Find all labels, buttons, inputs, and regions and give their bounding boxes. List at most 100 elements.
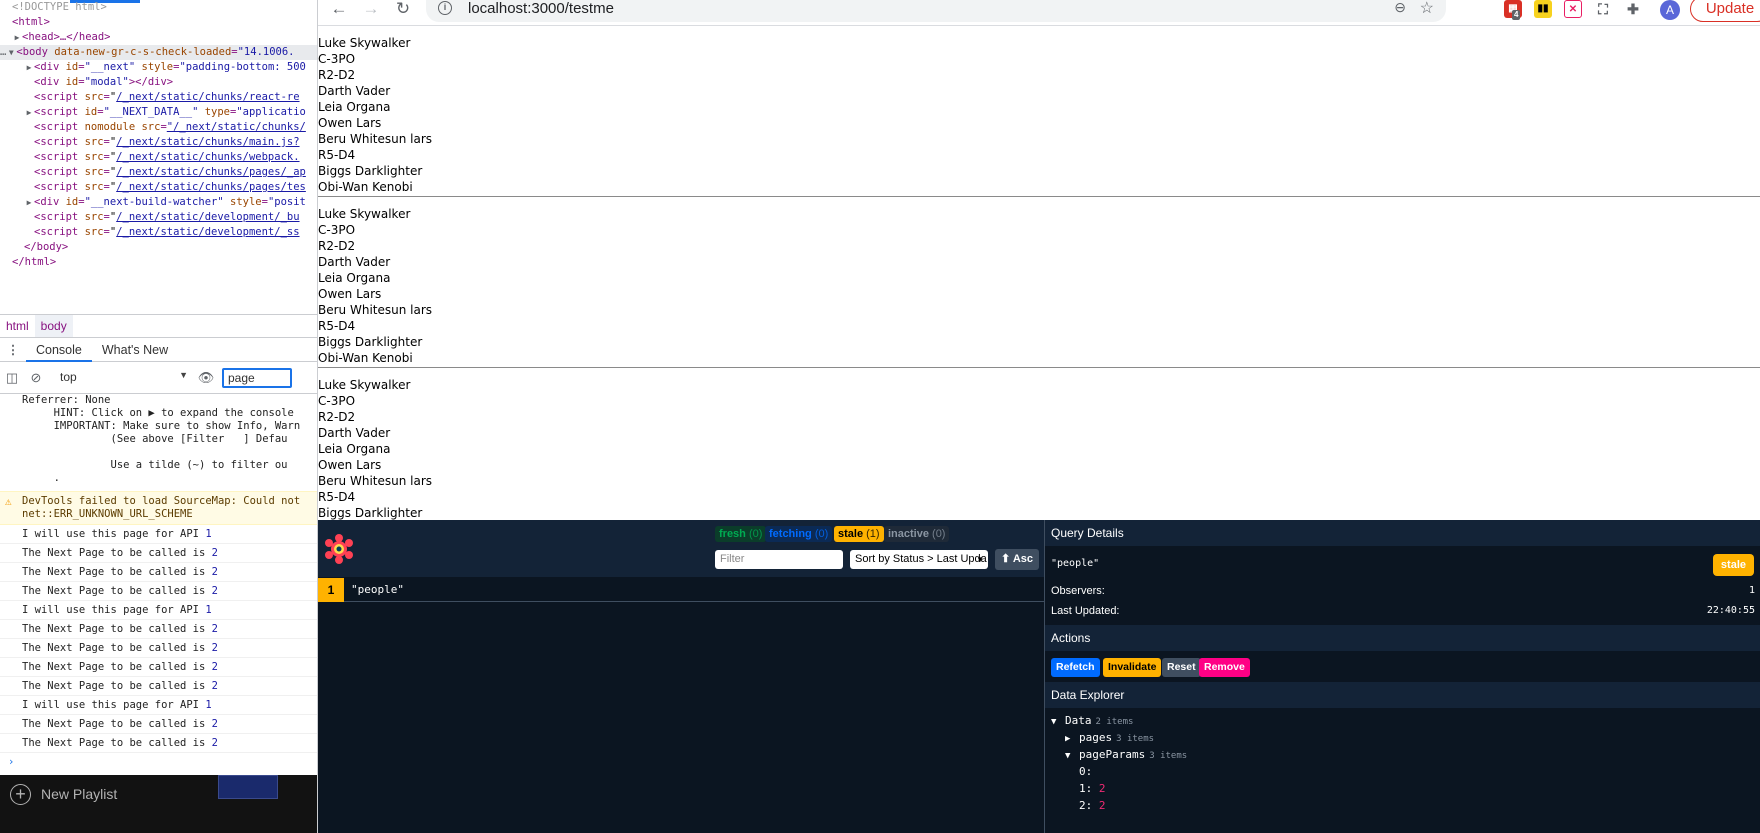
dropdown-arrow-icon: ▼ (179, 369, 188, 380)
person-name: Owen Lars (318, 116, 382, 130)
extension-red-icon[interactable]: ▦ 4 (1504, 0, 1522, 20)
tree-html-close[interactable]: </html> (0, 255, 317, 270)
invalidate-button[interactable]: Invalidate (1103, 658, 1162, 677)
info-icon[interactable]: i (438, 1, 452, 15)
react-query-logo-icon[interactable] (324, 534, 354, 564)
breadcrumb-html[interactable]: html (0, 315, 35, 337)
tree-next-data[interactable]: ▶ <script id="__NEXT_DATA__" type="applic… (0, 105, 317, 120)
tree-body-close[interactable]: </body> (0, 240, 317, 255)
tree-modal-div[interactable]: <div id="modal"></div> (0, 75, 317, 90)
address-bar[interactable]: i localhost:3000/testme ⊖ ☆ (426, 0, 1446, 22)
remove-button[interactable]: Remove (1199, 658, 1250, 677)
tree-script[interactable]: <script src="/_next/static/development/_… (0, 225, 317, 240)
person-name: Biggs Darklighter (318, 164, 423, 178)
console-text: (See above [Filter ] Defau (22, 433, 288, 445)
tree-script[interactable]: <script src="/_next/static/chunks/main.j… (0, 135, 317, 150)
extension-pink-icon[interactable]: ✕ (1564, 0, 1582, 18)
expand-icon[interactable]: ▶ (12, 30, 22, 45)
console-text (0, 446, 317, 459)
person-name: Biggs Darklighter (318, 506, 423, 520)
tree-script[interactable]: <script src="/_next/static/development/_… (0, 210, 317, 225)
sidebar-toggle-icon[interactable]: ◫ (0, 370, 24, 386)
new-playlist-button[interactable]: New Playlist (41, 786, 117, 802)
explorer-data-node[interactable]: ▼ Data 2 items (1051, 712, 1187, 729)
back-icon[interactable]: ← (328, 0, 350, 20)
console-log-line: The Next Page to be called is 2 (0, 620, 317, 639)
explorer-param: 2: 2 (1079, 799, 1106, 812)
last-updated-row: Last Updated: 22:40:55 (1051, 605, 1755, 617)
clear-console-icon[interactable]: ⊘ (24, 370, 48, 386)
avatar[interactable]: A (1660, 0, 1680, 20)
puzzle-extensions-icon[interactable]: ✚ (1624, 0, 1642, 18)
tree-script[interactable]: <script src="/_next/static/chunks/pages/… (0, 165, 317, 180)
forward-icon[interactable]: → (360, 0, 382, 20)
screenshot-icon[interactable]: ⛶ (1594, 0, 1612, 18)
eye-icon[interactable]: 👁 (194, 370, 218, 386)
plus-icon[interactable]: + (10, 784, 31, 805)
warning-message: ⚠ DevTools failed to load SourceMap: Cou… (0, 491, 317, 525)
console-text: IMPORTANT: Make sure to show Info, Warn (22, 420, 301, 432)
reload-icon[interactable]: ↻ (392, 0, 414, 20)
status-badge: stale (1712, 554, 1754, 576)
console-text: Referrer: None (22, 394, 111, 406)
more-menu-icon[interactable]: ⋮ (0, 342, 26, 357)
collapse-icon: ▼ (1051, 717, 1057, 727)
sort-select[interactable]: Sort by Status > Last Upda ▼ (850, 550, 988, 569)
people-list: Luke Skywalker C-3PO R2-D2 Darth Vader Leia … (318, 197, 1760, 368)
person-name: Luke Skywalker (318, 207, 411, 221)
breadcrumb-body[interactable]: body (34, 315, 73, 337)
person-name: Leia Organa (318, 100, 391, 114)
tree-build-watcher[interactable]: ▶ <div id="__next-build-watcher" style="p… (0, 195, 317, 210)
person-name: C-3PO (318, 52, 356, 66)
expand-icon[interactable]: ▶ (24, 195, 34, 210)
album-thumbnail[interactable] (218, 775, 278, 799)
console-prompt[interactable]: › (0, 753, 317, 771)
observer-count: 1 (318, 578, 344, 602)
breadcrumb: html body (0, 314, 317, 338)
person-name: Beru Whitesun lars (318, 132, 433, 146)
reset-button[interactable]: Reset (1162, 658, 1201, 677)
tab-whats-new[interactable]: What's New (92, 338, 178, 362)
query-filter-input[interactable]: Filter (715, 550, 843, 569)
data-explorer-heading: Data Explorer (1045, 682, 1760, 708)
query-row[interactable]: 1 "people" (318, 578, 1044, 602)
person-name: R2-D2 (318, 410, 356, 424)
console-log-line: I will use this page for API 1 (0, 601, 317, 620)
query-hash: "people" (1051, 558, 1100, 569)
sort-direction-button[interactable]: ⬆ Asc (995, 549, 1039, 570)
expand-icon[interactable]: ▶ (24, 105, 34, 120)
tree-next-div[interactable]: ▶ <div id="__next" style="padding-bottom:… (0, 60, 317, 75)
expand-icon[interactable]: ▶ (24, 60, 34, 75)
query-list-panel: fresh (0) fetching (0) stale (1) inactiv… (318, 520, 1044, 833)
tree-script[interactable]: <script src="/_next/static/chunks/webpac… (0, 150, 317, 165)
tab-console[interactable]: Console (26, 338, 92, 362)
zoom-icon[interactable]: ⊖ (1394, 0, 1406, 16)
tree-script[interactable]: <script nomodule src="/_next/static/chun… (0, 120, 317, 135)
tree-script[interactable]: <script src="/_next/static/chunks/react-… (0, 90, 317, 105)
context-select[interactable]: top ▼ (54, 367, 194, 389)
tree-doctype[interactable]: <!DOCTYPE html> (0, 0, 317, 15)
refetch-button[interactable]: Refetch (1051, 658, 1100, 677)
explorer-pageparams-node[interactable]: ▼ pageParams 3 items (1051, 746, 1187, 763)
extension-yellow-icon[interactable]: ▮▮ (1534, 0, 1552, 18)
person-name: R2-D2 (318, 68, 356, 82)
console-log-line: The Next Page to be called is 2 (0, 677, 317, 696)
console-text: Use a tilde (~) to filter ou (22, 459, 288, 471)
collapse-icon[interactable]: ▼ (6, 45, 16, 60)
tree-head[interactable]: ▶ <head>…</head> (0, 30, 317, 45)
tree-body[interactable]: … ▼ <body data-new-gr-c-s-check-loaded="14… (0, 45, 317, 60)
bookmark-star-icon[interactable]: ☆ (1420, 0, 1434, 18)
tree-html-open[interactable]: <html> (0, 15, 317, 30)
person-name: Darth Vader (318, 426, 391, 440)
person-name: Luke Skywalker (318, 378, 411, 392)
devtools-panel: <!DOCTYPE html> <html> ▶ <head>…</head> …… (0, 0, 318, 833)
tree-script[interactable]: <script src="/_next/static/chunks/pages/… (0, 180, 317, 195)
console-log-line: The Next Page to be called is 2 (0, 715, 317, 734)
console-filter-input[interactable]: page (222, 367, 292, 388)
stale-count-badge: stale (1) (834, 526, 884, 542)
explorer-pages-node[interactable]: ▶ pages 3 items (1051, 729, 1187, 746)
person-name: Luke Skywalker (318, 36, 411, 50)
update-button[interactable]: Update (1690, 0, 1760, 22)
console-log-line: The Next Page to be called is 2 (0, 734, 317, 753)
url-text[interactable]: localhost:3000/testme (468, 0, 614, 17)
